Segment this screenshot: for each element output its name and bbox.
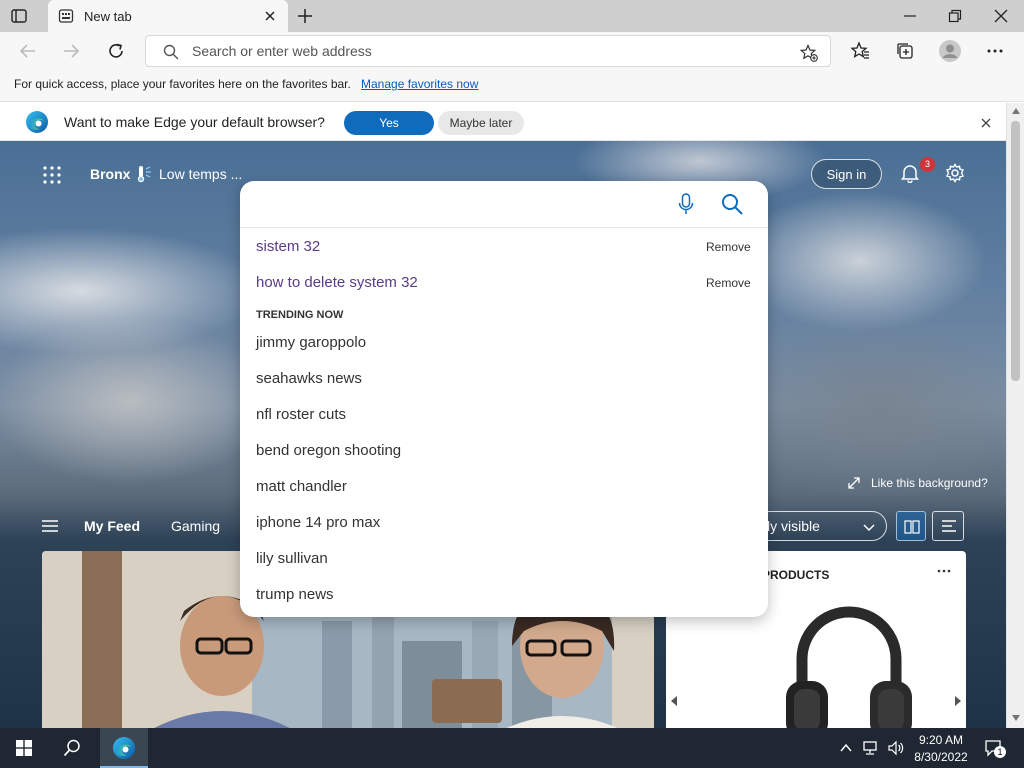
- content-visibility-label: ly visible: [767, 518, 820, 534]
- trending-suggestion[interactable]: trump news: [256, 586, 334, 603]
- collections-icon[interactable]: [895, 41, 915, 61]
- add-favorite-star-icon[interactable]: [800, 44, 818, 62]
- trending-suggestion[interactable]: nfl roster cuts: [256, 406, 346, 423]
- trending-suggestion[interactable]: bend oregon shooting: [256, 442, 401, 459]
- edge-logo-icon: [26, 111, 48, 133]
- search-suggestions-panel: sistem 32 Remove how to delete system 32…: [240, 181, 768, 617]
- trending-suggestion[interactable]: jimmy garoppolo: [256, 334, 366, 351]
- card-more-options-icon[interactable]: [936, 566, 952, 576]
- action-center-count: 1: [994, 746, 1006, 758]
- scroll-up-arrow-icon[interactable]: [1012, 108, 1020, 114]
- forward-arrow-icon[interactable]: [61, 41, 81, 61]
- close-infobar-icon[interactable]: [980, 117, 992, 129]
- headphones-product-image: [786, 606, 912, 728]
- thermometer-icon: [137, 166, 151, 183]
- like-background-link[interactable]: Like this background?: [871, 476, 988, 490]
- default-browser-message: Want to make Edge your default browser?: [64, 114, 325, 130]
- web-search-input[interactable]: [256, 193, 666, 215]
- location-label[interactable]: Bronx: [90, 166, 130, 182]
- page-scrollbar[interactable]: [1006, 103, 1024, 728]
- favorites-bar: For quick access, place your favorites h…: [0, 70, 1024, 102]
- search-icon: [163, 44, 179, 60]
- trending-suggestion[interactable]: lily sullivan: [256, 550, 328, 567]
- notification-badge: 3: [920, 157, 935, 172]
- trending-suggestion[interactable]: iphone 14 pro max: [256, 514, 380, 531]
- carousel-next-icon[interactable]: [954, 696, 962, 706]
- close-tab-icon[interactable]: [262, 8, 278, 24]
- content-visibility-dropdown[interactable]: ly visible: [752, 511, 887, 541]
- scroll-down-arrow-icon[interactable]: [1012, 715, 1020, 721]
- grid-layout-button[interactable]: [896, 511, 926, 541]
- favorites-bar-message: For quick access, place your favorites h…: [14, 77, 351, 91]
- remove-history-button[interactable]: Remove: [706, 240, 751, 254]
- manage-favorites-link[interactable]: Manage favorites now: [361, 77, 478, 91]
- sign-in-button[interactable]: Sign in: [811, 159, 882, 189]
- expand-arrows-icon: [848, 477, 860, 489]
- scrollbar-thumb[interactable]: [1011, 121, 1020, 381]
- remove-history-button[interactable]: Remove: [706, 276, 751, 290]
- search-divider: [240, 227, 768, 228]
- show-hidden-icons-chevron-icon[interactable]: [840, 743, 852, 753]
- tab-new-tab[interactable]: New tab: [48, 0, 288, 32]
- title-bar: New tab: [0, 0, 1024, 32]
- taskbar-search-icon[interactable]: [63, 739, 81, 757]
- maybe-later-button[interactable]: Maybe later: [438, 111, 524, 135]
- new-tab-plus-icon[interactable]: [296, 7, 314, 25]
- microphone-icon[interactable]: [678, 193, 694, 215]
- restore-icon[interactable]: [947, 8, 963, 24]
- navigation-toolbar: [0, 32, 1024, 70]
- volume-icon[interactable]: [887, 740, 905, 756]
- default-browser-prompt: Want to make Edge your default browser? …: [0, 103, 1006, 141]
- tab-my-feed[interactable]: My Feed: [84, 518, 140, 534]
- refresh-icon[interactable]: [106, 41, 126, 61]
- tab-gaming[interactable]: Gaming: [171, 518, 220, 534]
- history-suggestion[interactable]: sistem 32: [256, 238, 320, 255]
- carousel-prev-icon[interactable]: [670, 696, 678, 706]
- tab-title: New tab: [84, 9, 132, 24]
- favorites-icon[interactable]: [850, 41, 870, 61]
- address-bar[interactable]: [145, 35, 831, 67]
- trending-heading: TRENDING NOW: [256, 309, 344, 321]
- grid-layout-icon: [904, 520, 920, 534]
- shopping-card-title: PRODUCTS: [762, 568, 830, 582]
- clock-time[interactable]: 9:20 AM: [916, 733, 966, 747]
- weather-summary[interactable]: Low temps ...: [159, 166, 242, 182]
- list-layout-icon: [942, 520, 956, 532]
- address-input[interactable]: [192, 41, 752, 61]
- back-arrow-icon[interactable]: [18, 41, 38, 61]
- more-menu-icon[interactable]: [985, 41, 1005, 61]
- network-icon[interactable]: [862, 740, 880, 756]
- taskbar: 9:20 AM 8/30/2022 1: [0, 728, 1024, 768]
- settings-gear-icon[interactable]: [945, 163, 965, 183]
- close-window-icon[interactable]: [993, 8, 1009, 24]
- windows-start-icon[interactable]: [16, 740, 32, 756]
- clock-date[interactable]: 8/30/2022: [909, 750, 973, 764]
- feed-menu-icon[interactable]: [41, 519, 59, 533]
- taskbar-edge-app[interactable]: [100, 728, 148, 768]
- chevron-down-icon: [863, 524, 875, 532]
- app-launcher-icon[interactable]: [42, 165, 62, 185]
- profile-avatar[interactable]: [939, 40, 961, 62]
- history-suggestion[interactable]: how to delete system 32: [256, 274, 418, 291]
- notifications-bell-icon[interactable]: [900, 163, 920, 183]
- new-tab-page-icon: [58, 9, 74, 23]
- edge-logo-icon: [113, 737, 135, 759]
- search-icon[interactable]: [721, 193, 743, 215]
- trending-suggestion[interactable]: matt chandler: [256, 478, 347, 495]
- list-layout-button[interactable]: [932, 511, 964, 541]
- minimize-icon[interactable]: [902, 8, 918, 24]
- trending-suggestion[interactable]: seahawks news: [256, 370, 362, 387]
- tab-actions-icon[interactable]: [10, 7, 28, 25]
- yes-button[interactable]: Yes: [344, 111, 434, 135]
